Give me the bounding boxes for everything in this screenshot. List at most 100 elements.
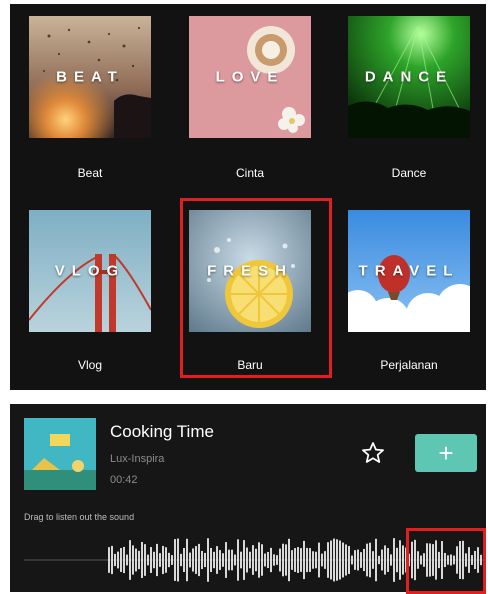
waveform-bar (309, 548, 311, 572)
add-track-button[interactable]: + (415, 434, 477, 472)
plus-icon: + (438, 438, 454, 468)
waveform-bar (135, 548, 137, 572)
waveform-bar (126, 554, 128, 566)
waveform-bar (120, 548, 122, 572)
template-tile-travel[interactable]: TRAVEL (348, 210, 470, 332)
waveform-bar (339, 540, 341, 580)
waveform-bar (279, 548, 281, 572)
waveform-bar (264, 553, 266, 567)
waveform-bar (231, 549, 233, 571)
waveform-bar (333, 538, 335, 582)
waveform-bar (129, 540, 131, 580)
waveform-bar (237, 539, 239, 581)
template-tile-love[interactable]: LOVE (189, 16, 311, 138)
tile-overlay-text: BEAT (56, 68, 124, 86)
waveform-bar (156, 543, 158, 577)
waveform-bar (222, 553, 224, 567)
template-label-dance[interactable]: Dance (334, 166, 484, 180)
tile-overlay-text: DANCE (364, 68, 454, 86)
waveform-bar (318, 542, 320, 578)
template-label-travel[interactable]: Perjalanan (334, 358, 484, 372)
waveform-bar (186, 538, 188, 582)
waveform-bar (216, 546, 218, 574)
waveform-bar (384, 545, 386, 575)
waveform-selection-highlight (406, 528, 486, 594)
waveform-bar (252, 545, 254, 575)
waveform-bar (276, 555, 278, 565)
waveform-bar (171, 555, 173, 565)
waveform-bar (162, 545, 164, 575)
drag-hint-text: Drag to listen out the sound (24, 512, 135, 522)
waveform-bar (210, 547, 212, 573)
waveform-bar (261, 544, 263, 576)
waveform-bar (324, 551, 326, 569)
waveform-bar (138, 550, 140, 570)
waveform-bar (327, 542, 329, 578)
waveform-bar (378, 555, 380, 565)
waveform-bar (351, 555, 353, 565)
waveform-bar (219, 550, 221, 570)
waveform-bar (306, 547, 308, 573)
waveform-bar (297, 547, 299, 573)
waveform-bar (141, 541, 143, 579)
waveform-bar (213, 551, 215, 569)
waveform-bar (267, 551, 269, 569)
tile-overlay-text: LOVE (215, 68, 285, 86)
template-grid: BEAT Beat LOVE Cinta DANCE Dance VLOG Vl… (10, 4, 486, 390)
waveform-bar (177, 538, 179, 582)
waveform-bar (168, 552, 170, 568)
waveform-bar (282, 543, 284, 577)
waveform-bar (360, 552, 362, 568)
waveform-bar (312, 551, 314, 569)
waveform-bar (396, 547, 398, 573)
waveform-bar (291, 550, 293, 570)
waveform-bar (159, 553, 161, 567)
waveform-bar (315, 551, 317, 569)
waveform-bar (372, 551, 374, 569)
waveform-bar (147, 554, 149, 566)
waveform-bar (204, 552, 206, 568)
waveform-bar (363, 548, 365, 572)
template-tile-beat[interactable]: BEAT (29, 16, 151, 138)
tile-overlay-text: TRAVEL (358, 262, 460, 280)
waveform-bar (336, 539, 338, 581)
waveform-bar (228, 549, 230, 571)
template-tile-dance[interactable]: DANCE (348, 16, 470, 138)
waveform-bar (285, 544, 287, 576)
waveform-bar (381, 549, 383, 571)
waveform-bar (225, 542, 227, 578)
waveform-bar (270, 547, 272, 573)
template-label-love[interactable]: Cinta (175, 166, 325, 180)
waveform-bar (375, 538, 377, 582)
music-track-panel: Cooking Time Lux-Inspira 00:42 + Drag to… (10, 404, 486, 594)
waveform-bar (192, 548, 194, 572)
waveform-bar (387, 548, 389, 572)
waveform-bar (144, 544, 146, 576)
waveform-bar (357, 549, 359, 571)
waveform-bar (201, 550, 203, 570)
waveform-bar (165, 547, 167, 573)
waveform-bar (174, 539, 176, 581)
waveform-bar (123, 546, 125, 574)
waveform-bar (153, 551, 155, 569)
track-artist: Lux-Inspira (110, 453, 165, 465)
template-tile-vlog[interactable]: VLOG (29, 210, 151, 332)
track-duration: 00:42 (110, 474, 138, 486)
waveform-bar (243, 540, 245, 580)
waveform-bar (117, 551, 119, 569)
template-label-vlog[interactable]: Vlog (15, 358, 165, 372)
template-label-beat[interactable]: Beat (15, 166, 165, 180)
waveform-bar (180, 553, 182, 567)
waveform-bar (249, 551, 251, 569)
waveform-bar (303, 540, 305, 580)
album-cover (24, 418, 96, 490)
waveform-bar (369, 542, 371, 578)
waveform-bar (366, 543, 368, 577)
star-outline-icon[interactable] (360, 440, 386, 466)
waveform-bar (354, 550, 356, 570)
waveform-bar (294, 548, 296, 572)
selection-highlight (180, 198, 332, 378)
waveform-bar (345, 544, 347, 576)
track-title: Cooking Time (110, 422, 214, 441)
waveform-bar (132, 545, 134, 575)
